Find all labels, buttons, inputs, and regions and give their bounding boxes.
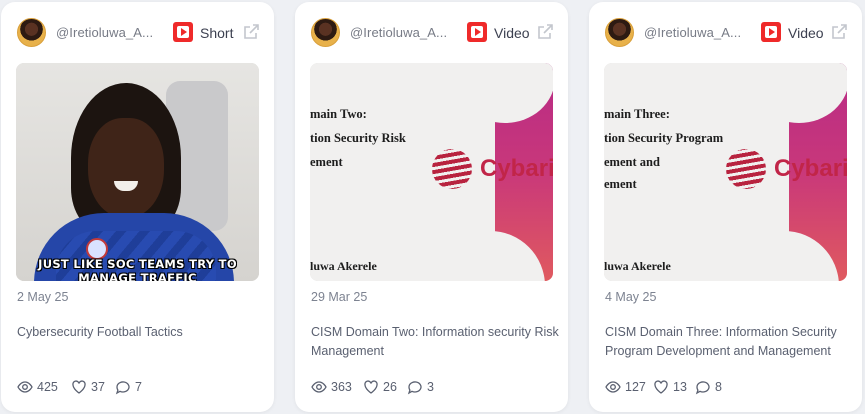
comments-count: 8: [715, 380, 722, 394]
slide-logo-text: Cybaril: [774, 155, 847, 182]
content-card[interactable]: @Iretioluwa_A... Short JUST LIKE SOC TEA…: [1, 2, 274, 412]
eye-icon: [17, 381, 33, 393]
comments-count: 7: [135, 380, 142, 394]
post-title[interactable]: CISM Domain Three: Information Security …: [605, 323, 853, 361]
content-card[interactable]: @Iretioluwa_A... Video main Three: tion …: [589, 2, 862, 412]
youtube-icon: [173, 22, 193, 42]
slide-title-line: ement and: [604, 155, 660, 169]
slide-title-line: ement: [310, 155, 343, 169]
comment-icon: [695, 381, 710, 395]
slide-logo-text: Cybaril: [480, 155, 553, 182]
card-header: @Iretioluwa_A... Video: [605, 17, 848, 47]
youtube-icon: [467, 22, 487, 42]
eye-icon: [311, 381, 327, 393]
slide-title-line: ement: [604, 177, 637, 191]
username[interactable]: @Iretioluwa_A...: [56, 25, 161, 40]
likes-count: 13: [673, 380, 687, 394]
content-type-label: Short: [200, 25, 234, 41]
card-header: @Iretioluwa_A... Video: [311, 17, 554, 47]
content-type-label: Video: [494, 25, 530, 41]
video-thumbnail[interactable]: main Two: tion Security Risk ement luwa …: [310, 63, 553, 281]
external-link-icon[interactable]: [535, 22, 555, 42]
likes-count: 37: [91, 380, 105, 394]
post-date: 2 May 25: [17, 290, 69, 304]
video-caption-line: MANAGE TRAFFIC: [78, 271, 197, 281]
face: [88, 118, 164, 218]
username[interactable]: @Iretioluwa_A...: [644, 25, 749, 40]
heart-icon: [72, 380, 86, 394]
post-date: 4 May 25: [605, 290, 657, 304]
post-title[interactable]: CISM Domain Two: Information security Ri…: [311, 323, 559, 361]
heart-icon: [654, 380, 668, 394]
youtube-icon: [761, 22, 781, 42]
external-link-icon[interactable]: [829, 22, 849, 42]
slide-title-line: tion Security Risk: [310, 131, 406, 145]
video-thumbnail[interactable]: main Three: tion Security Program ement …: [604, 63, 847, 281]
video-caption-line: JUST LIKE SOC TEAMS TRY TO: [38, 257, 237, 271]
avatar[interactable]: [311, 18, 340, 47]
content-card[interactable]: @Iretioluwa_A... Video main Two: tion Se…: [295, 2, 568, 412]
comment-icon: [407, 381, 422, 395]
slide-title-line: main Three:: [604, 107, 670, 121]
post-date: 29 Mar 25: [311, 290, 368, 304]
external-link-icon[interactable]: [241, 22, 261, 42]
slide-author: luwa Akerele: [310, 259, 377, 273]
slide-title-line: main Two:: [310, 107, 367, 121]
slide-author: luwa Akerele: [604, 259, 671, 273]
views-count: 425: [37, 380, 58, 394]
avatar[interactable]: [17, 18, 46, 47]
cybrary-logo-icon: [432, 149, 472, 189]
comment-icon: [115, 381, 130, 395]
cybrary-logo-icon: [726, 149, 766, 189]
likes-count: 26: [383, 380, 397, 394]
post-title[interactable]: Cybersecurity Football Tactics: [17, 323, 265, 342]
username[interactable]: @Iretioluwa_A...: [350, 25, 455, 40]
card-header: @Iretioluwa_A... Short: [17, 17, 260, 47]
comments-count: 3: [427, 380, 434, 394]
views-count: 127: [625, 380, 646, 394]
eye-icon: [605, 381, 621, 393]
content-type-label: Video: [788, 25, 824, 41]
video-thumbnail[interactable]: JUST LIKE SOC TEAMS TRY TO MANAGE TRAFFI…: [16, 63, 259, 281]
heart-icon: [364, 380, 378, 394]
slide-title-line: tion Security Program: [604, 131, 724, 145]
views-count: 363: [331, 380, 352, 394]
avatar[interactable]: [605, 18, 634, 47]
